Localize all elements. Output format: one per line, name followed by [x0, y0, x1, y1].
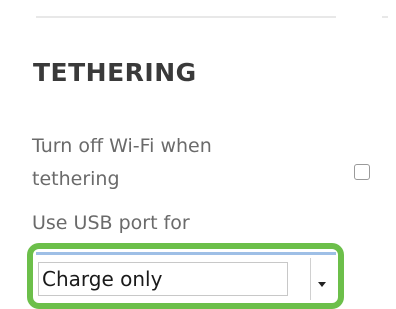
- top-divider: [36, 16, 336, 18]
- chevron-down-icon: [318, 282, 326, 287]
- wifi-toggle-label: Turn off Wi-Fi when tethering: [32, 135, 212, 190]
- usb-mode-select[interactable]: Charge only: [38, 262, 288, 296]
- select-focus-line: [36, 252, 336, 255]
- section-title: TETHERING: [33, 58, 197, 87]
- top-divider-right: [382, 16, 388, 18]
- wifi-off-checkbox[interactable]: [354, 164, 370, 180]
- usb-mode-dropdown-button[interactable]: [310, 258, 332, 300]
- usb-port-label: Use USB port for: [32, 212, 190, 234]
